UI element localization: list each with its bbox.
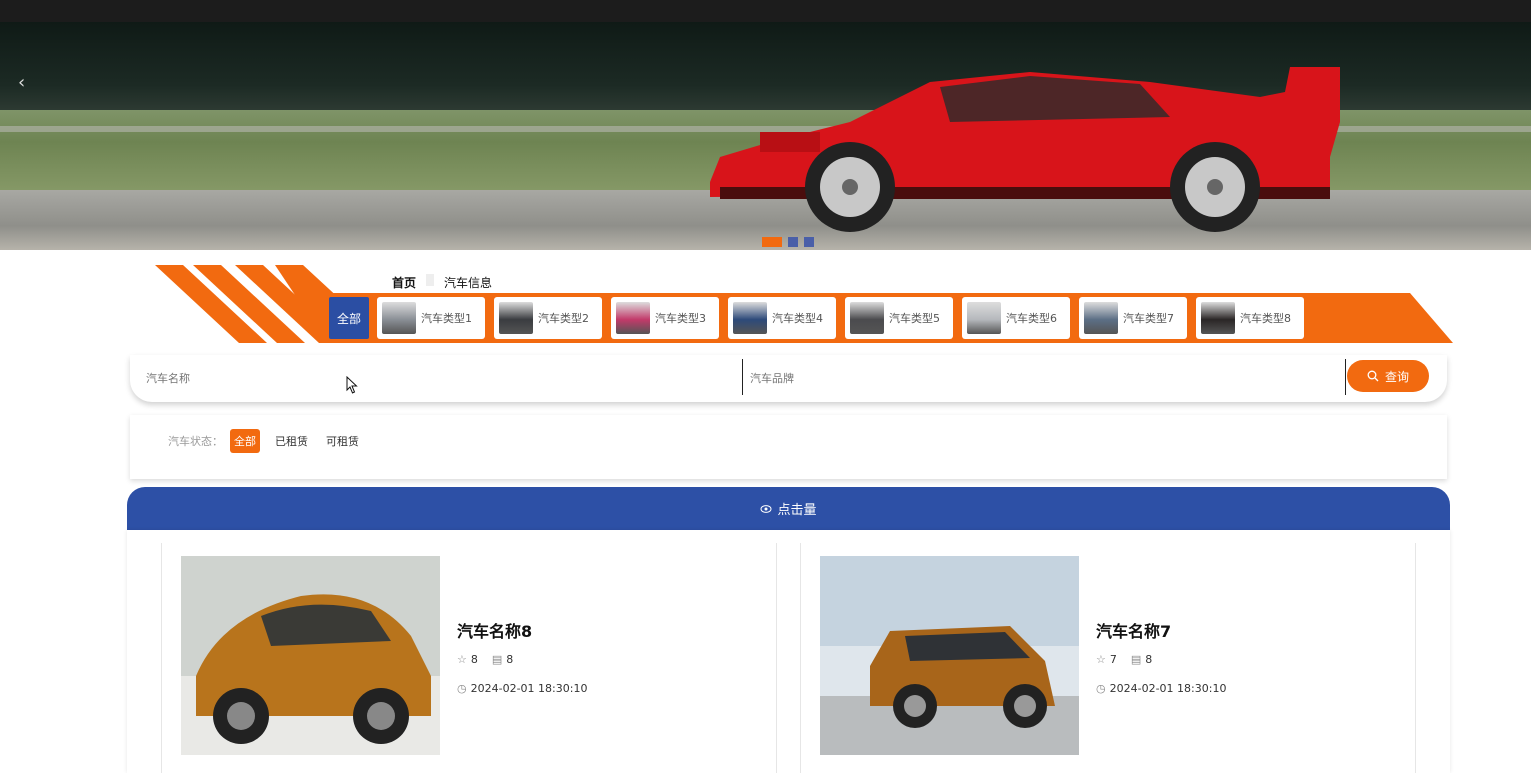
comments-value: 8	[1145, 653, 1153, 666]
eye-icon	[760, 504, 772, 513]
clock-icon: ◷	[457, 682, 467, 695]
top-bar	[0, 0, 1531, 22]
status-option-rented[interactable]: 已租赁	[271, 429, 312, 453]
car-image	[181, 556, 440, 755]
category-item-6[interactable]: 汽车类型6	[962, 297, 1070, 339]
category-label: 汽车类型4	[772, 312, 823, 325]
comment-icon: ▤	[1130, 653, 1142, 666]
category-label: 汽车类型7	[1123, 312, 1174, 325]
star-icon: ☆	[1096, 653, 1106, 666]
panel-title: 点击量	[777, 503, 817, 518]
search-divider	[742, 359, 743, 395]
car-brand-input[interactable]	[750, 363, 1340, 393]
car-image	[820, 556, 1079, 755]
orange-suv-image	[820, 556, 1079, 755]
car-time: ◷ 2024-02-01 18:30:10	[457, 682, 587, 695]
category-item-4[interactable]: 汽车类型4	[728, 297, 836, 339]
category-thumbnail	[1201, 302, 1235, 334]
category-label: 汽车类型1	[421, 312, 472, 325]
breadcrumb-separator	[426, 274, 435, 286]
carousel-dot[interactable]	[762, 237, 782, 247]
status-filter-label: 汽车状态：	[168, 435, 223, 448]
category-thumbnail	[967, 302, 1001, 334]
clock-icon: ◷	[1096, 682, 1106, 695]
mouse-cursor-icon	[346, 376, 358, 394]
category-thumbnail	[499, 302, 533, 334]
comments-count: ▤ 8	[1131, 653, 1152, 666]
time-value: 2024-02-01 18:30:10	[1109, 682, 1227, 695]
car-name-input[interactable]	[146, 363, 736, 393]
category-thumbnail	[733, 302, 767, 334]
status-filter: 汽车状态： 全部 已租赁 可租赁	[130, 415, 1447, 479]
category-label: 汽车类型3	[655, 312, 706, 325]
breadcrumb-home[interactable]: 首页	[392, 274, 416, 291]
category-all-button[interactable]: 全部	[329, 297, 369, 339]
category-item-3[interactable]: 汽车类型3	[611, 297, 719, 339]
time-value: 2024-02-01 18:30:10	[470, 682, 588, 695]
carousel-dot[interactable]	[788, 237, 798, 247]
status-option-available[interactable]: 可租赁	[322, 429, 363, 453]
category-label: 汽车类型6	[1006, 312, 1057, 325]
status-option-all[interactable]: 全部	[230, 429, 260, 453]
car-stats: ☆ 8 ▤ 8	[457, 653, 513, 666]
search-icon	[1367, 370, 1379, 382]
likes-value: 7	[1109, 653, 1117, 666]
chevron-left-icon[interactable]: ‹	[18, 72, 25, 93]
category-item-2[interactable]: 汽车类型2	[494, 297, 602, 339]
category-item-7[interactable]: 汽车类型7	[1079, 297, 1187, 339]
car-card[interactable]: 汽车名称7 ☆ 7 ▤ 8 ◷ 2024-02-01 18:30:10	[800, 543, 1416, 773]
search-button[interactable]: 查询	[1347, 360, 1429, 392]
car-stats: ☆ 7 ▤ 8	[1096, 653, 1152, 666]
carousel-dot[interactable]	[804, 237, 814, 247]
category-item-5[interactable]: 汽车类型5	[845, 297, 953, 339]
likes-count: ☆ 7	[1096, 653, 1117, 666]
hero-banner: ‹	[0, 22, 1531, 250]
panel-header: 点击量	[127, 487, 1450, 530]
category-thumbnail	[382, 302, 416, 334]
comments-count: ▤ 8	[492, 653, 513, 666]
likes-count: ☆ 8	[457, 653, 478, 666]
star-icon: ☆	[457, 653, 467, 666]
category-thumbnail	[850, 302, 884, 334]
likes-value: 8	[470, 653, 478, 666]
category-item-8[interactable]: 汽车类型8	[1196, 297, 1304, 339]
breadcrumb: 首页 汽车信息	[392, 274, 492, 291]
search-button-label: 查询	[1384, 369, 1409, 384]
category-thumbnail	[1084, 302, 1118, 334]
category-label: 汽车类型8	[1240, 312, 1291, 325]
breadcrumb-current: 汽车信息	[444, 276, 493, 290]
category-item-1[interactable]: 汽车类型1	[377, 297, 485, 339]
search-divider	[1345, 359, 1346, 395]
carousel-indicators	[762, 237, 814, 247]
comments-value: 8	[506, 653, 514, 666]
car-name: 汽车名称7	[1096, 622, 1172, 641]
search-bar: 查询	[130, 355, 1447, 402]
category-list: 汽车类型1 汽车类型2 汽车类型3 汽车类型4 汽车类型5 汽车类型6 汽车类型7 汽车类型8	[377, 297, 1304, 339]
car-card[interactable]: 汽车名称8 ☆ 8 ▤ 8 ◷ 2024-02-01 18:30:10	[161, 543, 777, 773]
comment-icon: ▤	[491, 653, 503, 666]
orange-beetle-image	[181, 556, 440, 755]
decorative-stripes	[155, 265, 355, 343]
red-sports-car-image	[710, 67, 1340, 232]
category-thumbnail	[616, 302, 650, 334]
category-label: 汽车类型5	[889, 312, 940, 325]
category-label: 汽车类型2	[538, 312, 589, 325]
car-name: 汽车名称8	[457, 622, 533, 641]
car-time: ◷ 2024-02-01 18:30:10	[1096, 682, 1226, 695]
